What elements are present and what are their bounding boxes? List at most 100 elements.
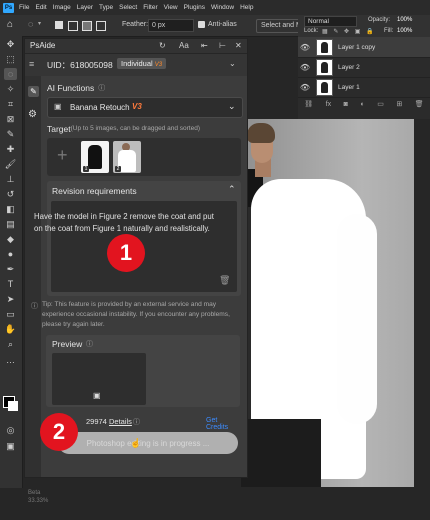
- gradient-icon[interactable]: ▤: [4, 218, 17, 230]
- blend-mode-select[interactable]: Normal: [304, 16, 357, 27]
- pen-tool-icon[interactable]: ✒: [4, 263, 17, 275]
- layer-row[interactable]: 👁 Layer 2: [298, 57, 430, 78]
- screen-mode-icon[interactable]: ▣: [4, 440, 17, 452]
- lock-icons[interactable]: ▦ ✎ ✥ ▣ 🔒: [322, 28, 376, 35]
- menu-filter[interactable]: Filter: [143, 4, 157, 11]
- marquee-tool-icon[interactable]: ⬚: [4, 53, 17, 65]
- function-select[interactable]: ▣ Banana Retouch V3 ⌄: [47, 97, 243, 118]
- chevron-up-icon[interactable]: ⌃: [228, 184, 236, 195]
- menu-help[interactable]: Help: [240, 4, 253, 11]
- adjustment-icon[interactable]: ◐: [360, 101, 364, 108]
- settings-gear-icon[interactable]: ⚙: [28, 109, 37, 120]
- zoom-tool-icon[interactable]: ⌕: [4, 338, 17, 350]
- fill-value[interactable]: 100%: [397, 28, 412, 34]
- layer-row[interactable]: 👁 Layer 1: [298, 77, 430, 98]
- visibility-eye-icon[interactable]: 👁: [298, 83, 312, 92]
- crop-tool-icon[interactable]: ⌗: [4, 98, 17, 110]
- help-icon[interactable]: ⓘ: [86, 339, 93, 349]
- quick-mask-icon[interactable]: ◎: [4, 424, 17, 436]
- menu-select[interactable]: Select: [119, 4, 137, 11]
- home-icon[interactable]: ⌂: [7, 19, 13, 30]
- info-icon: ⓘ: [31, 303, 38, 310]
- revision-label: Revision requirements: [52, 186, 137, 196]
- menu-layer[interactable]: Layer: [77, 4, 93, 11]
- visibility-eye-icon[interactable]: 👁: [298, 63, 312, 72]
- trash-icon[interactable]: 🗑: [415, 100, 424, 108]
- trash-icon[interactable]: 🗑: [219, 275, 230, 286]
- folder-icon[interactable]: ▭: [377, 100, 384, 108]
- stamp-tool-icon[interactable]: ⊥: [4, 173, 17, 185]
- feather-input[interactable]: 0 px: [148, 19, 194, 32]
- mask-icon[interactable]: ◙: [344, 101, 348, 108]
- menu-edit[interactable]: Edit: [35, 4, 46, 11]
- history-brush-icon[interactable]: ↺: [4, 188, 17, 200]
- target-thumb-2[interactable]: 2: [113, 141, 141, 173]
- add-image-icon[interactable]: +: [57, 145, 68, 166]
- more-tools-icon[interactable]: …: [4, 354, 17, 366]
- back-icon[interactable]: ⇤: [201, 41, 208, 50]
- opacity-value[interactable]: 100%: [397, 17, 412, 23]
- target-header: Target (Up to 5 images, can be dragged a…: [47, 120, 241, 137]
- preview-label: Preview: [52, 339, 83, 349]
- details-link[interactable]: Details: [109, 417, 132, 426]
- close-icon[interactable]: ✕: [235, 41, 242, 50]
- get-credits-link[interactable]: Get Credits: [206, 417, 240, 431]
- move-tool-icon[interactable]: ✥: [4, 38, 17, 50]
- image-icon: ▣: [93, 391, 101, 400]
- type-tool-icon[interactable]: T: [4, 278, 17, 290]
- background-color-swatch[interactable]: [8, 401, 18, 411]
- layer-name: Layer 1 copy: [338, 43, 376, 51]
- rectangle-tool-icon[interactable]: ▭: [4, 308, 17, 320]
- menu-file[interactable]: File: [19, 4, 29, 11]
- link-layers-icon[interactable]: ⛓: [304, 100, 313, 108]
- visibility-eye-icon[interactable]: 👁: [298, 43, 312, 52]
- thumb-index-badge: 2: [115, 166, 121, 172]
- dodge-tool-icon[interactable]: ●: [4, 248, 17, 260]
- preview-image-area[interactable]: ▣: [52, 353, 146, 405]
- chevron-down-icon[interactable]: ⌄: [229, 59, 236, 68]
- model-hair: [247, 123, 275, 143]
- new-layer-icon[interactable]: ⊞: [396, 100, 402, 108]
- menu-icon[interactable]: ≡: [29, 59, 34, 69]
- selected-function: Banana Retouch: [70, 103, 130, 112]
- eraser-icon[interactable]: ◧: [4, 203, 17, 215]
- eyedropper-icon[interactable]: ✎: [4, 128, 17, 140]
- help-icon[interactable]: ⓘ: [98, 83, 105, 93]
- brush-tool-icon[interactable]: 🖌: [4, 158, 17, 170]
- layer-name: Layer 1: [338, 83, 360, 91]
- fx-icon[interactable]: fx: [326, 101, 331, 108]
- intersect-selection-icon[interactable]: [96, 21, 106, 31]
- revision-text: Have the model in Figure 2 remove the co…: [34, 212, 214, 233]
- add-selection-icon[interactable]: [68, 21, 78, 31]
- menu-type[interactable]: Type: [99, 4, 113, 11]
- progress-button[interactable]: Photoshop editing is in progress ...: [58, 432, 238, 454]
- font-size-icon[interactable]: Aa: [179, 41, 189, 50]
- subtract-selection-icon[interactable]: [82, 21, 92, 31]
- account-type: Individual: [121, 59, 153, 68]
- menu-window[interactable]: Window: [211, 4, 234, 11]
- healing-brush-icon[interactable]: ✚: [4, 143, 17, 155]
- target-images-area[interactable]: + 1 2: [47, 138, 241, 176]
- anti-alias-label: Anti-alias: [208, 21, 237, 28]
- menu-image[interactable]: Image: [53, 4, 71, 11]
- layer-row[interactable]: 👁 Layer 1 copy: [298, 37, 430, 58]
- chevron-down-icon[interactable]: ▾: [38, 20, 41, 27]
- layer-thumbnail: [316, 78, 333, 96]
- menu-view[interactable]: View: [164, 4, 178, 11]
- pin-icon[interactable]: ⊢: [219, 41, 226, 50]
- plugin-side-rail: ✎ ⚙: [25, 76, 41, 477]
- frame-tool-icon[interactable]: ⊠: [4, 113, 17, 125]
- target-thumb-1[interactable]: 1: [81, 141, 109, 173]
- new-selection-icon[interactable]: [55, 21, 63, 29]
- anti-alias-checkbox[interactable]: [198, 21, 205, 28]
- quick-select-icon[interactable]: ✧: [4, 83, 17, 95]
- hand-tool-icon[interactable]: ✋: [4, 323, 17, 335]
- menu-plugins[interactable]: Plugins: [184, 4, 205, 11]
- document-canvas[interactable]: [241, 119, 414, 487]
- lasso-tool-icon[interactable]: ◌: [4, 68, 17, 80]
- path-select-icon[interactable]: ➤: [4, 293, 17, 305]
- refresh-icon[interactable]: ↻: [159, 41, 166, 50]
- edit-tab-icon[interactable]: ✎: [28, 86, 39, 97]
- lasso-icon[interactable]: ◌: [28, 19, 33, 29]
- blur-tool-icon[interactable]: ◆: [4, 233, 17, 245]
